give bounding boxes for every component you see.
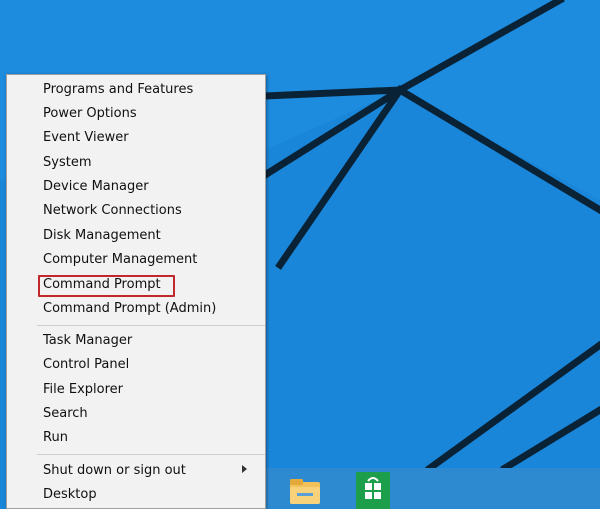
menu-separator [37,325,265,326]
menu-item-programs-and-features[interactable]: Programs and Features [43,78,193,102]
menu-item-computer-management[interactable]: Computer Management [43,248,197,272]
menu-item-event-viewer[interactable]: Event Viewer [43,126,129,150]
menu-item-task-manager[interactable]: Task Manager [43,329,132,353]
menu-item-run[interactable]: Run [43,426,68,450]
store-icon[interactable] [356,472,390,509]
command-prompt-highlight [38,275,175,297]
menu-item-search[interactable]: Search [43,402,88,426]
menu-item-file-explorer[interactable]: File Explorer [43,378,123,402]
menu-item-disk-management[interactable]: Disk Management [43,224,161,248]
menu-separator [37,454,265,455]
menu-item-system[interactable]: System [43,151,91,175]
menu-item-command-prompt-admin[interactable]: Command Prompt (Admin) [43,297,216,321]
menu-item-power-options[interactable]: Power Options [43,102,137,126]
submenu-arrow-icon [242,465,247,473]
file-explorer-icon[interactable] [288,476,322,506]
menu-item-device-manager[interactable]: Device Manager [43,175,149,199]
menu-item-desktop[interactable]: Desktop [43,483,97,507]
menu-item-network-connections[interactable]: Network Connections [43,199,182,223]
menu-item-control-panel[interactable]: Control Panel [43,353,129,377]
menu-item-shut-down-or-sign-out[interactable]: Shut down or sign out [43,459,186,483]
desktop: Programs and Features Power Options Even… [0,0,600,509]
